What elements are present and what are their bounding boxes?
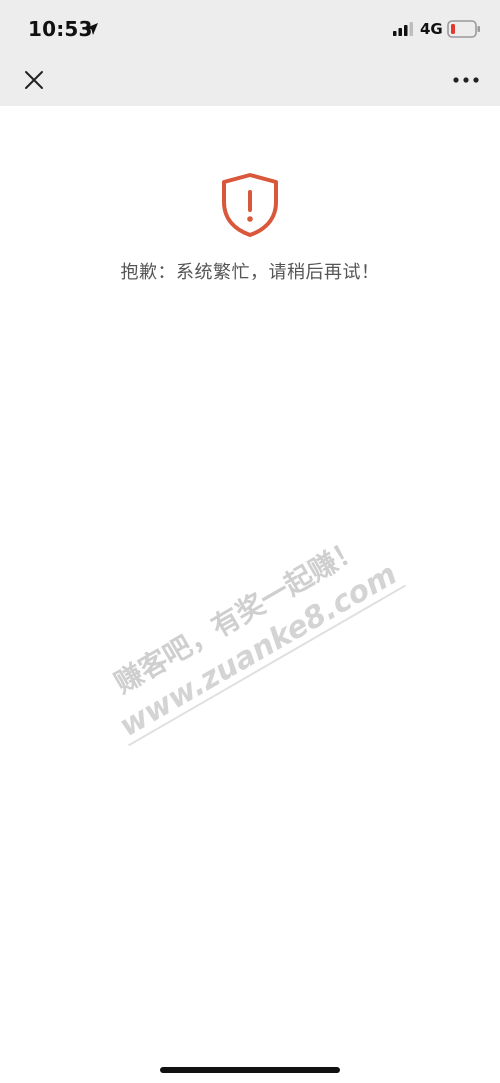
- error-message: 抱歉：系统繁忙，请稍后再试！: [120, 262, 380, 283]
- watermark: 赚客吧，有奖一起赚！ www.zuanke8.com: [109, 531, 407, 746]
- home-indicator[interactable]: [160, 1067, 340, 1073]
- shield-exclamation-icon: [222, 173, 278, 237]
- top-bar: 10:53 4G: [0, 0, 500, 106]
- watermark-line-1: 赚客吧，有奖一起赚！: [109, 531, 368, 700]
- more-icon[interactable]: [452, 74, 480, 86]
- nav-bar: [0, 60, 500, 106]
- close-icon[interactable]: [22, 68, 46, 92]
- signal-strength-icon: [393, 22, 413, 36]
- battery-icon: [447, 20, 480, 38]
- watermark-line-2: www.zuanke8.com: [113, 557, 403, 744]
- page-content: 抱歉：系统繁忙，请稍后再试！ 赚客吧，有奖一起赚！ www.zuanke8.co…: [0, 106, 500, 1083]
- status-bar: 10:53 4G: [0, 0, 500, 60]
- network-type: 4G: [420, 20, 443, 38]
- status-time: 10:53: [28, 17, 93, 41]
- location-arrow-icon: [86, 23, 98, 35]
